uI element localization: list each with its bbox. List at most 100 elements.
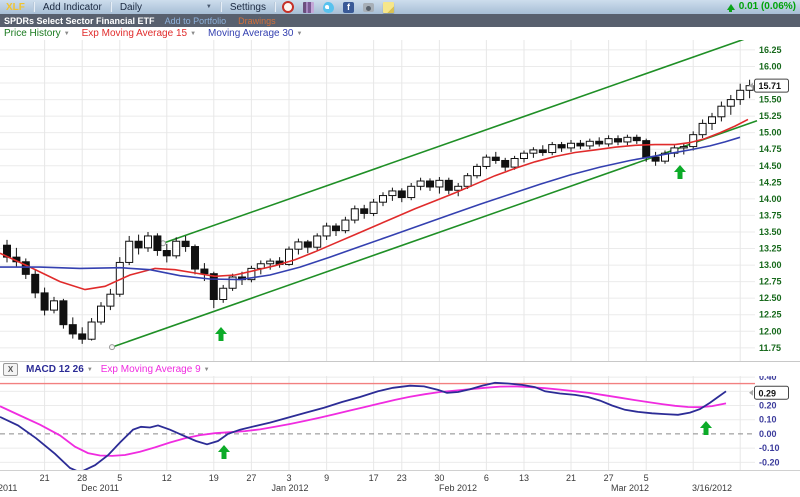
candle bbox=[192, 247, 199, 270]
trend-channel[interactable] bbox=[110, 40, 758, 350]
camera-icon[interactable] bbox=[363, 3, 374, 12]
alarm-clock-icon[interactable] bbox=[282, 1, 294, 13]
price-axis-tick: 16.25 bbox=[759, 45, 782, 55]
candle bbox=[41, 293, 48, 310]
candle bbox=[502, 160, 509, 167]
x-axis-day-label: 21 bbox=[559, 473, 583, 483]
candle bbox=[558, 145, 565, 148]
candle bbox=[727, 100, 734, 107]
price-axis-tick: 12.50 bbox=[759, 293, 782, 303]
candle bbox=[79, 334, 86, 339]
x-axis-day-label: 23 bbox=[390, 473, 414, 483]
price-gridlines bbox=[0, 40, 755, 361]
ema9-menu[interactable]: Exp Moving Average 9 ▼ bbox=[101, 364, 210, 375]
chevron-down-icon: ▼ bbox=[206, 4, 212, 10]
candle bbox=[427, 181, 434, 187]
x-axis-day-label: 6 bbox=[474, 473, 498, 483]
chevron-down-icon: ▼ bbox=[190, 31, 196, 37]
price-chart[interactable]: 11.7512.0012.2512.5012.7513.0013.2513.50… bbox=[0, 40, 800, 361]
candle bbox=[643, 141, 650, 158]
x-axis-day-label: 5 bbox=[634, 473, 658, 483]
svg-text:15.71: 15.71 bbox=[759, 81, 782, 91]
price-history-menu[interactable]: Price History ▼ bbox=[4, 28, 70, 39]
price-axis-tick: 11.75 bbox=[759, 343, 781, 353]
macd-signal-arrows bbox=[218, 421, 712, 459]
price-axis-tick: 14.50 bbox=[759, 161, 782, 171]
instrument-bar: SPDRs Select Sector Financial ETF Add to… bbox=[0, 14, 800, 27]
facebook-icon[interactable]: f bbox=[343, 2, 354, 13]
price-axis-tick: 15.00 bbox=[759, 128, 782, 138]
candle bbox=[173, 241, 180, 256]
candle bbox=[596, 141, 603, 144]
candle bbox=[154, 236, 161, 251]
price-axis-tick: 13.50 bbox=[759, 227, 782, 237]
close-pane-button[interactable]: X bbox=[3, 363, 18, 376]
candle bbox=[135, 241, 142, 248]
macd-axis-tick: 0.10 bbox=[759, 415, 777, 425]
note-icon[interactable] bbox=[383, 2, 394, 13]
candle bbox=[51, 301, 58, 310]
candle bbox=[709, 117, 716, 124]
candle bbox=[483, 157, 490, 166]
candle bbox=[680, 147, 687, 148]
x-axis-day-label: 27 bbox=[239, 473, 263, 483]
candle bbox=[351, 209, 358, 220]
candle bbox=[615, 139, 622, 142]
candle bbox=[539, 150, 546, 153]
candle bbox=[304, 242, 311, 247]
x-axis-day-label: 12 bbox=[155, 473, 179, 483]
x-axis-month-label: Mar 2012 bbox=[600, 483, 660, 493]
x-axis-day-label: 21 bbox=[33, 473, 57, 483]
x-axis-month-label: Dec 2011 bbox=[70, 483, 130, 493]
macd-menu[interactable]: MACD 12 26 ▼ bbox=[26, 364, 93, 375]
price-axis-tick: 12.00 bbox=[759, 326, 782, 336]
macd-pane-header: X MACD 12 26 ▼ Exp Moving Average 9 ▼ bbox=[0, 361, 800, 377]
candle bbox=[417, 181, 424, 186]
main-toolbar: XLF Add Indicator Daily ▼ Settings f 0.0… bbox=[0, 0, 800, 15]
macd-line bbox=[0, 383, 726, 470]
candles-layer bbox=[4, 80, 754, 344]
time-axis[interactable]: 2128512192739172330613212752011Dec 2011J… bbox=[0, 470, 800, 497]
candle bbox=[398, 191, 405, 198]
candle bbox=[220, 288, 227, 299]
macd-chart[interactable]: 0.400.200.100.00-0.10-0.200.29 bbox=[0, 376, 800, 470]
add-indicator-button[interactable]: Add Indicator bbox=[35, 2, 110, 13]
last-price-box: 15.71 bbox=[749, 79, 789, 92]
twitter-icon[interactable] bbox=[323, 2, 334, 13]
candle bbox=[98, 306, 105, 322]
candle bbox=[530, 150, 537, 153]
candle bbox=[333, 226, 340, 231]
x-axis-day-label: 3 bbox=[277, 473, 301, 483]
candle bbox=[380, 196, 387, 203]
candle bbox=[436, 180, 443, 187]
price-axis-tick: 14.00 bbox=[759, 194, 782, 204]
ema15-menu[interactable]: Exp Moving Average 15 ▼ bbox=[82, 28, 196, 39]
candle bbox=[361, 209, 368, 214]
change-text: 0.01 (0.06%) bbox=[739, 1, 796, 12]
macd-axis-tick: -0.20 bbox=[759, 457, 780, 467]
x-axis-day-label: 9 bbox=[315, 473, 339, 483]
period-dropdown[interactable]: Daily ▼ bbox=[112, 2, 220, 13]
candle bbox=[107, 294, 114, 306]
macd-axis-tick: 0.00 bbox=[759, 429, 777, 439]
price-axis-tick: 15.50 bbox=[759, 95, 782, 105]
x-axis-day-label: 19 bbox=[202, 473, 226, 483]
drawings-link[interactable]: Drawings bbox=[238, 16, 276, 26]
library-icon[interactable] bbox=[303, 2, 314, 13]
price-axis-tick: 14.25 bbox=[759, 177, 782, 187]
last-value-box: 0.29 bbox=[749, 386, 789, 399]
ma30-menu[interactable]: Moving Average 30 ▼ bbox=[208, 28, 302, 39]
add-to-portfolio-link[interactable]: Add to Portfolio bbox=[165, 16, 227, 26]
price-axis-tick: 16.00 bbox=[759, 61, 782, 71]
candle bbox=[182, 241, 189, 246]
chevron-down-icon: ▼ bbox=[296, 31, 302, 37]
price-axis-tick: 12.25 bbox=[759, 310, 782, 320]
candle bbox=[699, 123, 706, 134]
symbol-label[interactable]: XLF bbox=[0, 2, 33, 13]
toolbar-icons: f bbox=[282, 1, 394, 13]
candle bbox=[88, 322, 95, 339]
x-axis-month-label: 2011 bbox=[0, 483, 58, 493]
candle bbox=[201, 269, 208, 274]
candle bbox=[69, 325, 76, 334]
settings-button[interactable]: Settings bbox=[222, 2, 274, 13]
